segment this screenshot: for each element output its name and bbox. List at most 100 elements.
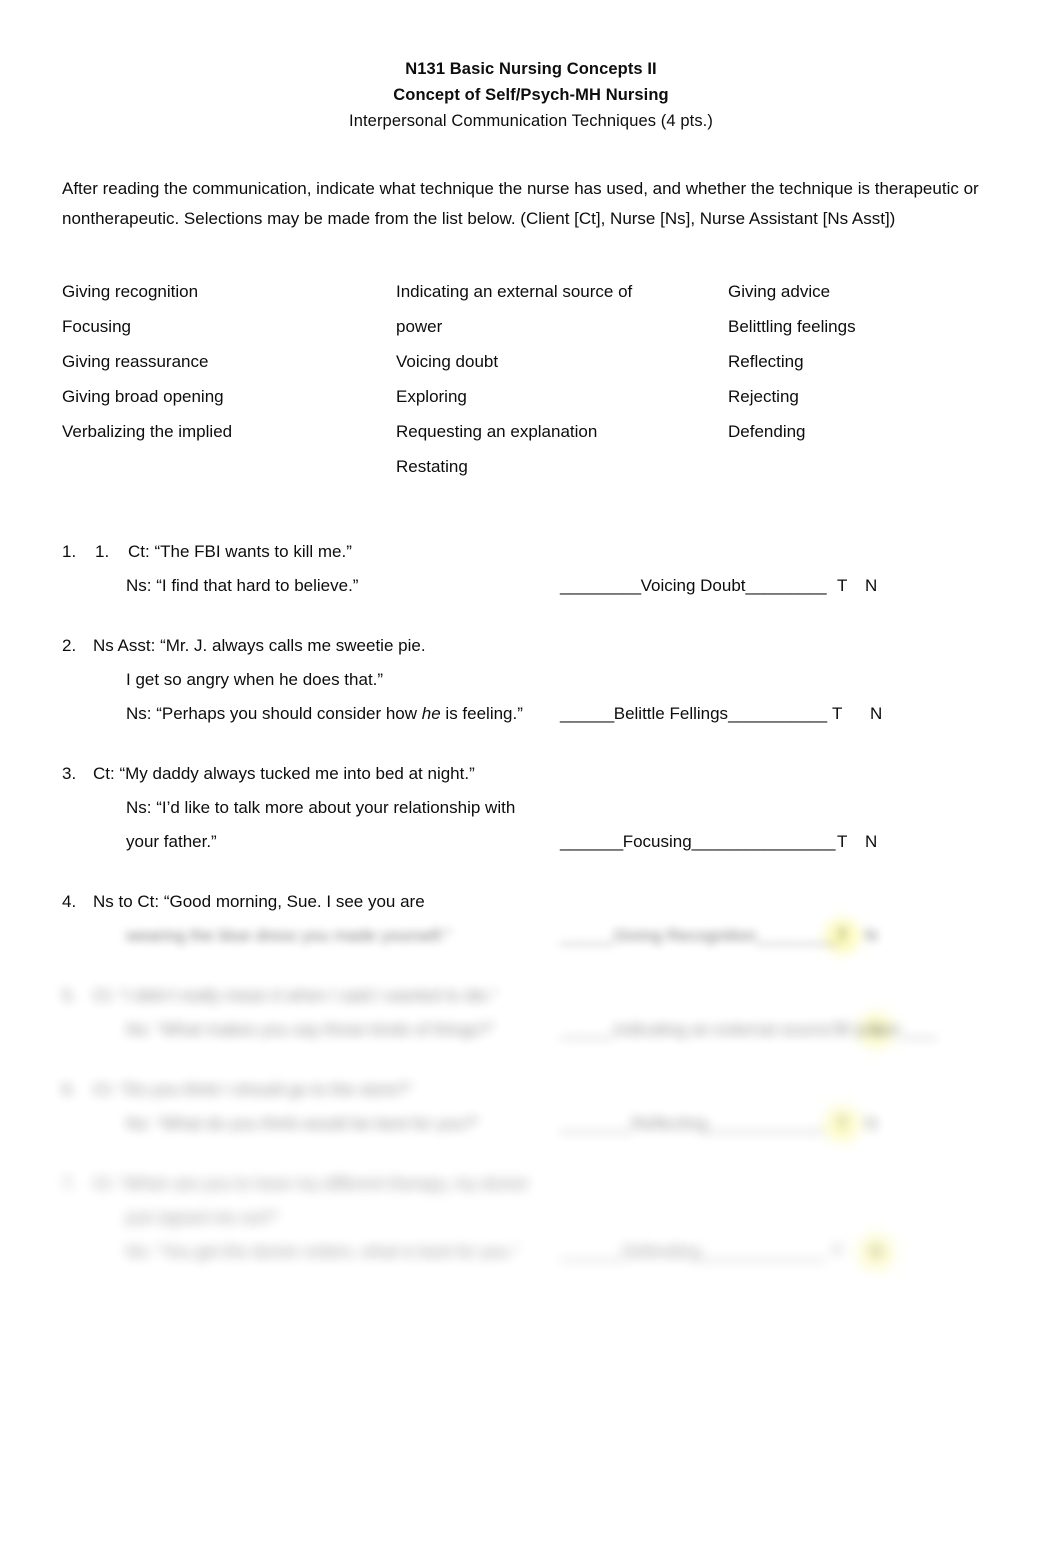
document-page: N131 Basic Nursing Concepts II Concept o…	[0, 0, 1062, 1556]
highlight-marker: N	[865, 1013, 887, 1047]
question-line: Ns: “I’d like to talk more about your re…	[0, 791, 1062, 825]
answer-technique-value[interactable]: Voicing Doubt	[641, 576, 746, 595]
question-number: 7.	[62, 1174, 77, 1193]
question-item: 1. 1. Ct: “The FBI wants to kill me.” Ns: “…	[0, 535, 1062, 603]
technique-term-list: Giving recognition Focusing Giving reass…	[0, 274, 1062, 489]
question-line: your father.” _______Focusing____________…	[0, 825, 1062, 859]
question-item: 7. Ct: “When are you to have my different…	[0, 1167, 1062, 1269]
answer-technique-value[interactable]: Defending	[623, 1242, 701, 1261]
answer-blank-suffix: _____________	[707, 1114, 824, 1133]
answer-blank-prefix: _________	[560, 576, 641, 595]
highlight-marker: T	[832, 919, 852, 953]
question-text: Ns: “Perhaps you should consider how he …	[126, 704, 523, 723]
answer-blank-suffix: ____	[901, 1020, 937, 1039]
question-line: wearing the blue dress you made yourself…	[0, 919, 1062, 953]
question-text: Ct: “My daddy always tucked me into bed …	[93, 764, 475, 783]
nontherapeutic-option[interactable]: N	[865, 1107, 877, 1141]
term-item: Defending	[728, 422, 806, 441]
term-item: Verbalizing the implied	[62, 422, 233, 441]
answer-technique-value[interactable]: Indicating an external source of power	[614, 1020, 901, 1039]
question-text: Ct: “The FBI wants to kill me.”	[128, 542, 352, 561]
answer-blank-prefix: _______	[560, 832, 623, 851]
therapeutic-option[interactable]: T	[832, 569, 852, 603]
question-text: wearing the blue dress you made yourself…	[126, 926, 452, 945]
therapeutic-option[interactable]: T	[832, 1107, 852, 1141]
term-item: Reflecting	[728, 352, 804, 371]
answer-blank-prefix: ______	[560, 926, 614, 945]
question-line: just signed me out?”	[0, 1201, 1062, 1235]
highlight-marker: T	[832, 569, 852, 603]
question-line: 7. Ct: “When are you to have my different…	[0, 1167, 1062, 1201]
instructions-paragraph: After reading the communication, indicat…	[62, 179, 979, 228]
answer-blank-prefix: ______	[560, 704, 614, 723]
therapeutic-option[interactable]: T	[832, 1013, 842, 1047]
question-text: Ns: “I find that hard to believe.”	[126, 576, 359, 595]
therapeutic-option[interactable]: T	[832, 825, 852, 859]
question-text: Ns: “What do you think would be best for…	[126, 1114, 480, 1133]
answer-technique-value[interactable]: Belittle Fellings	[614, 704, 728, 723]
answer-blank-suffix: _________	[745, 576, 827, 595]
question-number: 1.	[62, 542, 77, 561]
answer-blank-prefix: _______	[560, 1242, 623, 1261]
therapeutic-option[interactable]: T	[832, 697, 842, 731]
term-item: Giving broad opening	[62, 387, 224, 406]
emphasized-word: he	[421, 704, 441, 723]
questions-list: 1. 1. Ct: “The FBI wants to kill me.” Ns: “…	[0, 535, 1062, 1269]
answer-area: ______Belittle Fellings___________ T N	[560, 697, 1000, 731]
assignment-subtitle: Interpersonal Communication Techniques (…	[349, 112, 713, 130]
answer-area: ______Indicating an external source of p…	[560, 1013, 1000, 1047]
answer-technique-value[interactable]: Giving Recognition	[614, 926, 757, 945]
term-item: Exploring	[396, 387, 467, 406]
question-text: Ns: “I’d like to talk more about your re…	[126, 798, 516, 817]
term-item: Requesting an explanation	[396, 422, 598, 441]
therapeutic-option[interactable]: T	[832, 1235, 842, 1269]
question-item: 2. Ns Asst: “Mr. J. always calls me sweet…	[0, 629, 1062, 731]
answer-area: ________Reflecting_____________ T N	[560, 1107, 1000, 1141]
question-text: Ct: “Do you think I should go to the sto…	[93, 1080, 413, 1099]
term-item: Giving recognition	[62, 282, 199, 301]
concept-title: Concept of Self/Psych-MH Nursing	[393, 86, 669, 104]
nontherapeutic-option[interactable]: N	[865, 825, 877, 859]
question-subnumber: 1.	[95, 542, 110, 561]
question-line: Ns: “I find that hard to believe.” ______…	[0, 569, 1062, 603]
answer-technique-value[interactable]: Focusing	[623, 832, 692, 851]
answer-blank-suffix: ______________	[700, 1242, 826, 1261]
question-text: Ns to Ct: “Good morning, Sue. I see you …	[93, 892, 425, 911]
nontherapeutic-option[interactable]: N	[865, 1013, 887, 1047]
term-item: Voicing doubt	[396, 352, 499, 371]
therapeutic-option[interactable]: T	[832, 919, 852, 953]
highlight-marker: T	[832, 1107, 852, 1141]
course-title: N131 Basic Nursing Concepts II	[405, 60, 657, 78]
nontherapeutic-option[interactable]: N	[865, 1235, 887, 1269]
nontherapeutic-option[interactable]: N	[865, 697, 887, 731]
answer-blank-prefix: ______	[560, 1020, 614, 1039]
question-line: 3. Ct: “My daddy always tucked me into be…	[0, 757, 1062, 791]
highlight-marker: N	[865, 1235, 887, 1269]
term-item: Restating	[396, 457, 468, 476]
question-line: Ns: “You get the doctor orders, what is …	[0, 1235, 1062, 1269]
answer-blank-suffix: ________________	[691, 832, 836, 851]
answer-area: _______Defending______________ T N	[560, 1235, 1000, 1269]
question-text: Ns Asst: “Mr. J. always calls me sweetie…	[93, 636, 426, 655]
question-text: Ct: “I didn’t really mean it when I said…	[93, 986, 498, 1005]
question-number: 2.	[62, 636, 77, 655]
question-text: your father.”	[126, 832, 217, 851]
highlight-marker: T	[832, 825, 852, 859]
question-item: 5. Ct: “I didn’t really mean it when I sa…	[0, 979, 1062, 1047]
question-line: 4. Ns to Ct: “Good morning, Sue. I see yo…	[0, 885, 1062, 919]
question-text: Ns: “What makes you say those kinds of t…	[126, 1020, 495, 1039]
answer-blank-suffix: ___________	[728, 704, 827, 723]
question-item: 6. Ct: “Do you think I should go to the s…	[0, 1073, 1062, 1141]
answer-technique-value[interactable]: Reflecting	[632, 1114, 708, 1133]
answer-blank-suffix: _________	[756, 926, 838, 945]
term-column-3: Giving advice Belittling feelings Reflec…	[728, 274, 1028, 449]
answer-area: _________Voicing Doubt_________ T N	[560, 569, 1000, 603]
term-item: Belittling feelings	[728, 317, 856, 336]
nontherapeutic-option[interactable]: N	[865, 919, 877, 953]
question-text: Ns: “You get the doctor orders, what is …	[126, 1242, 519, 1261]
term-item: Giving reassurance	[62, 352, 209, 371]
question-text: I get so angry when he does that.”	[126, 670, 384, 689]
term-item: Indicating an external source of	[396, 282, 633, 301]
nontherapeutic-option[interactable]: N	[865, 569, 877, 603]
answer-blank-prefix: ________	[560, 1114, 632, 1133]
